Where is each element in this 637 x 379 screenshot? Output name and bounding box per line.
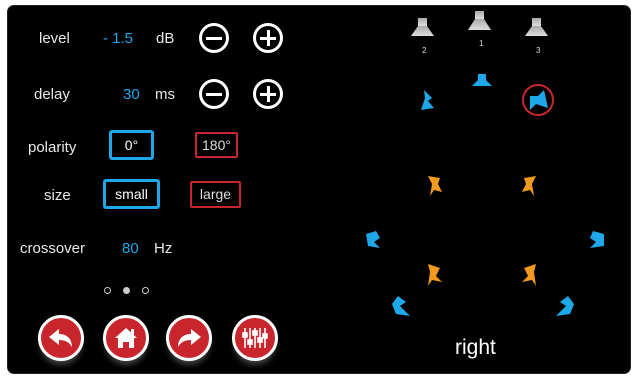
page-dot-2[interactable] [123, 287, 130, 294]
level-decrease-button[interactable] [199, 23, 229, 53]
front-speaker-1-icon [468, 11, 491, 30]
level-increase-button[interactable] [253, 23, 283, 53]
home-icon [115, 328, 137, 348]
side-left-speaker-icon[interactable] [366, 231, 380, 248]
forward-button[interactable] [166, 315, 212, 361]
back-button[interactable] [38, 315, 84, 361]
polarity-180-button[interactable]: 180° [195, 132, 238, 158]
equalizer-icon [242, 328, 268, 348]
side-right-speaker-icon[interactable] [590, 231, 604, 248]
back-arrow-icon [49, 329, 72, 347]
polarity-0-button[interactable]: 0° [109, 130, 154, 160]
rear-right-speaker-icon[interactable] [556, 296, 574, 316]
front-speaker-2-icon [411, 18, 434, 36]
delay-unit: ms [155, 86, 175, 103]
level-unit: dB [156, 30, 175, 47]
forward-arrow-icon [178, 329, 201, 347]
rear-left-speaker-icon[interactable] [392, 296, 410, 316]
delay-value: 30 [123, 86, 140, 103]
equalizer-button[interactable] [232, 315, 278, 361]
size-small-button[interactable]: small [103, 179, 160, 209]
front-left-speaker-icon[interactable] [421, 90, 434, 110]
crossover-unit: Hz [154, 240, 173, 257]
delay-decrease-button[interactable] [199, 79, 229, 109]
polarity-label: polarity [28, 139, 77, 156]
crossover-label: crossover [20, 240, 86, 257]
delay-label: delay [34, 86, 70, 103]
inner-rear-left-speaker-icon[interactable] [428, 264, 442, 286]
page-dot-3[interactable] [142, 287, 149, 294]
front-speaker-1-number: 1 [479, 39, 484, 48]
size-large-button[interactable]: large [190, 181, 241, 208]
inner-front-left-speaker-icon[interactable] [428, 176, 442, 196]
center-speaker-icon[interactable] [472, 74, 492, 86]
crossover-value: 80 [122, 240, 139, 257]
home-button[interactable] [103, 315, 149, 361]
delay-increase-button[interactable] [253, 79, 283, 109]
level-label: level [39, 30, 70, 47]
front-right-speaker-icon[interactable] [530, 90, 548, 110]
front-speaker-3-icon [525, 18, 548, 36]
front-speaker-2-number: 2 [422, 46, 427, 55]
inner-rear-right-speaker-icon[interactable] [522, 264, 536, 286]
page-dot-1[interactable] [104, 287, 111, 294]
inner-front-right-speaker-icon[interactable] [522, 176, 536, 196]
screen: level - 1.5 dB delay 30 ms polarity 0° 1… [8, 6, 630, 373]
size-label: size [44, 187, 71, 204]
level-value: - 1.5 [103, 30, 134, 47]
speaker-map [366, 11, 604, 316]
front-speaker-3-number: 3 [536, 46, 541, 55]
selected-channel-label: right [455, 336, 496, 359]
